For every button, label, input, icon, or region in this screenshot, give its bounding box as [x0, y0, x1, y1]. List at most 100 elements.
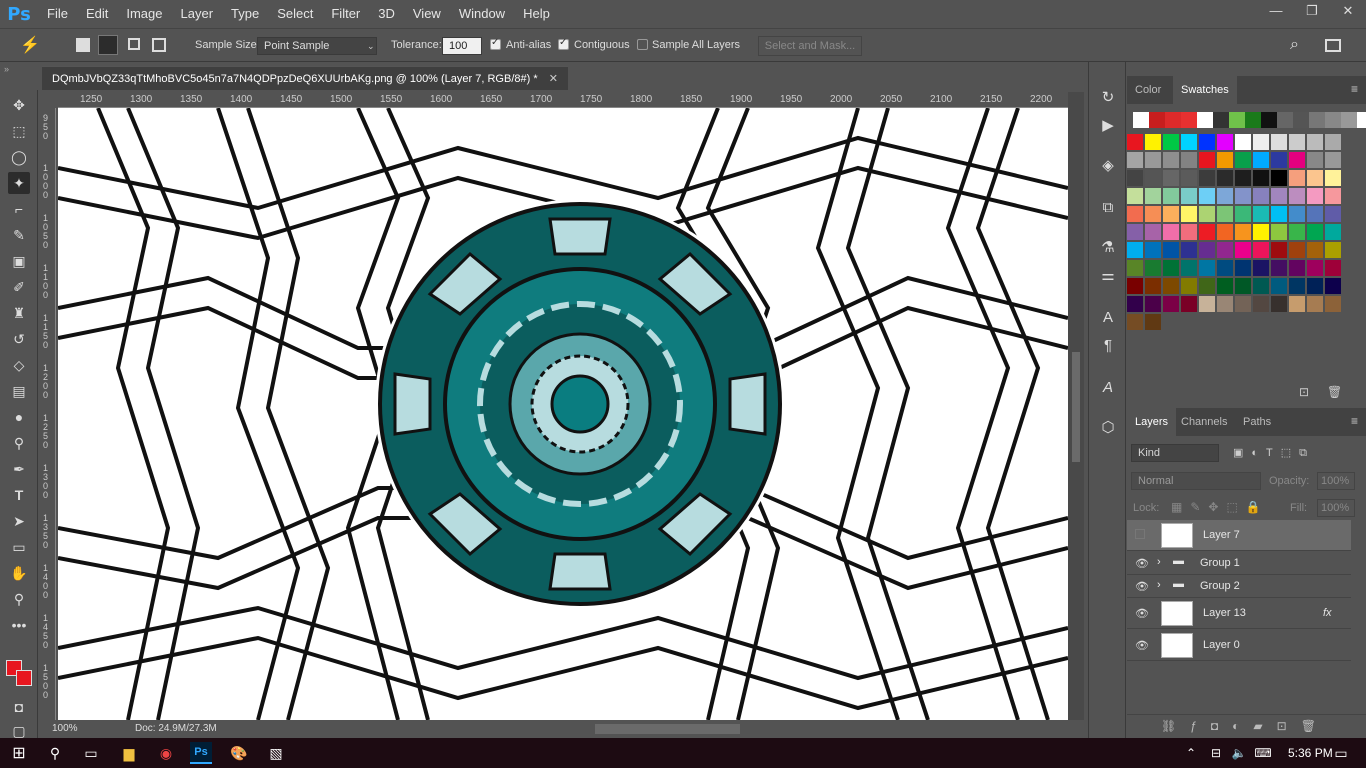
- swatch[interactable]: [1199, 188, 1215, 204]
- swatch[interactable]: [1133, 112, 1149, 128]
- intersect-selection-icon[interactable]: [152, 38, 166, 52]
- swatch[interactable]: [1325, 188, 1341, 204]
- visibility-eye-icon[interactable]: 👁: [1135, 580, 1149, 593]
- swatch[interactable]: [1307, 206, 1323, 222]
- hand-tool-icon[interactable]: ✋: [8, 562, 30, 584]
- swatch[interactable]: [1145, 314, 1161, 330]
- magic-wand-icon[interactable]: ⚡: [20, 35, 40, 55]
- swatch[interactable]: [1271, 134, 1287, 150]
- swatch[interactable]: [1325, 260, 1341, 276]
- clone-source-icon[interactable]: ⚗: [1097, 236, 1119, 258]
- opacity-input[interactable]: 100%: [1317, 472, 1355, 490]
- swatch[interactable]: [1181, 112, 1197, 128]
- visibility-eye-icon[interactable]: [1135, 528, 1145, 539]
- swatch[interactable]: [1217, 170, 1233, 186]
- collapse-icon[interactable]: »: [4, 64, 9, 74]
- eyedropper-tool-icon[interactable]: ✎: [8, 224, 30, 246]
- swatch[interactable]: [1253, 170, 1269, 186]
- move-tool-icon[interactable]: ✥: [8, 94, 30, 116]
- type-tool-icon[interactable]: T: [8, 484, 30, 506]
- menu-layer[interactable]: Layer: [172, 0, 223, 28]
- swatch[interactable]: [1325, 296, 1341, 312]
- swatch[interactable]: [1199, 278, 1215, 294]
- swatch[interactable]: [1235, 296, 1251, 312]
- swatch[interactable]: [1289, 188, 1305, 204]
- menu-image[interactable]: Image: [117, 0, 171, 28]
- layer-row[interactable]: 👁 › ▬ Group 2: [1127, 575, 1351, 598]
- brush-settings-icon[interactable]: ⧉: [1097, 196, 1119, 218]
- character-icon[interactable]: A: [1097, 306, 1119, 328]
- swatch[interactable]: [1145, 296, 1161, 312]
- swatch[interactable]: [1235, 224, 1251, 240]
- swatch[interactable]: [1199, 224, 1215, 240]
- background-color-swatch[interactable]: [16, 670, 32, 686]
- layers-menu-icon[interactable]: ≡: [1351, 414, 1358, 428]
- paragraph-icon[interactable]: ¶: [1097, 334, 1119, 356]
- history-brush-icon[interactable]: ↺: [8, 328, 30, 350]
- swatch[interactable]: [1253, 242, 1269, 258]
- swatch[interactable]: [1217, 242, 1233, 258]
- menu-select[interactable]: Select: [268, 0, 322, 28]
- blur-tool-icon[interactable]: ●: [8, 406, 30, 428]
- search-icon[interactable]: ⌕: [1290, 36, 1299, 54]
- swatch[interactable]: [1253, 224, 1269, 240]
- rectangle-tool-icon[interactable]: ▭: [8, 536, 30, 558]
- swatch[interactable]: [1289, 152, 1305, 168]
- tolerance-input[interactable]: 100: [442, 37, 482, 55]
- swatch[interactable]: [1217, 206, 1233, 222]
- swatch[interactable]: [1253, 134, 1269, 150]
- swatch[interactable]: [1163, 296, 1179, 312]
- swatch[interactable]: [1127, 224, 1143, 240]
- layer-row[interactable]: 👁 Layer 13 fx: [1127, 598, 1351, 629]
- pen-tool-icon[interactable]: ✒: [8, 458, 30, 480]
- swatch[interactable]: [1145, 170, 1161, 186]
- network-icon[interactable]: ⊟: [1205, 742, 1227, 764]
- scroll-thumb[interactable]: [1072, 352, 1080, 462]
- new-swatch-icon[interactable]: ⊡: [1299, 385, 1309, 399]
- sample-all-checkbox[interactable]: [637, 39, 648, 50]
- stamp-tool-icon[interactable]: ♜: [8, 302, 30, 324]
- swatch[interactable]: [1163, 188, 1179, 204]
- fill-input[interactable]: 100%: [1317, 499, 1355, 517]
- swatch[interactable]: [1127, 134, 1143, 150]
- swatch[interactable]: [1235, 188, 1251, 204]
- swatch[interactable]: [1127, 206, 1143, 222]
- swatch[interactable]: [1199, 242, 1215, 258]
- menu-view[interactable]: View: [404, 0, 450, 28]
- swatch[interactable]: [1127, 296, 1143, 312]
- document-canvas[interactable]: [58, 108, 1068, 720]
- swatch[interactable]: [1217, 134, 1233, 150]
- swatch[interactable]: [1181, 242, 1197, 258]
- swatch[interactable]: [1199, 134, 1215, 150]
- swatch[interactable]: [1271, 152, 1287, 168]
- swatch[interactable]: [1307, 260, 1323, 276]
- swatch[interactable]: [1289, 242, 1305, 258]
- swatch[interactable]: [1181, 206, 1197, 222]
- layer-row[interactable]: Layer 7: [1127, 520, 1351, 551]
- swatch[interactable]: [1145, 188, 1161, 204]
- swatch[interactable]: [1307, 278, 1323, 294]
- eraser-tool-icon[interactable]: ◇: [8, 354, 30, 376]
- swatch[interactable]: [1271, 224, 1287, 240]
- volume-icon[interactable]: 🔈: [1228, 742, 1250, 764]
- swatch[interactable]: [1253, 152, 1269, 168]
- layer-action-icons[interactable]: ⛓ƒ◘◐▰⊡🗑: [1161, 719, 1330, 733]
- swatch[interactable]: [1217, 188, 1233, 204]
- swatch[interactable]: [1181, 278, 1197, 294]
- zoom-tool-icon[interactable]: ⚲: [8, 588, 30, 610]
- swatch[interactable]: [1307, 242, 1323, 258]
- swatch[interactable]: [1181, 188, 1197, 204]
- restore-button[interactable]: ❐: [1294, 0, 1330, 22]
- swatch[interactable]: [1357, 112, 1366, 128]
- swatch[interactable]: [1271, 260, 1287, 276]
- swatch[interactable]: [1127, 278, 1143, 294]
- document-tab[interactable]: DQmbJVbQZ33qTtMhoBVC5o45n7a7N4QDPpzDeQ6X…: [42, 66, 568, 90]
- workspace-icon[interactable]: [1325, 39, 1341, 52]
- swatch[interactable]: [1289, 134, 1305, 150]
- swatch[interactable]: [1271, 206, 1287, 222]
- swatch[interactable]: [1181, 134, 1197, 150]
- visibility-eye-icon[interactable]: 👁: [1135, 607, 1149, 620]
- swatch[interactable]: [1271, 170, 1287, 186]
- swatch[interactable]: [1127, 170, 1143, 186]
- chrome-icon[interactable]: ◉: [155, 742, 177, 764]
